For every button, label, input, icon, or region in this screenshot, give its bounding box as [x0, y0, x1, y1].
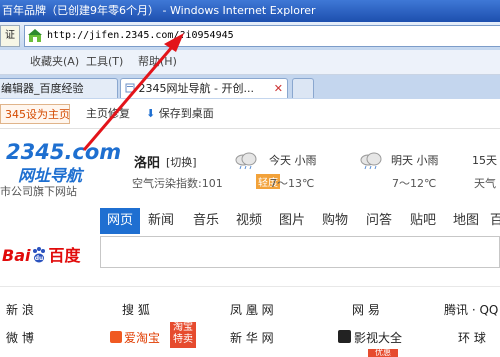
air-quality-label: 空气污染指数:101	[132, 177, 223, 190]
search-tab-map[interactable]: 地图	[453, 208, 479, 234]
rain-cloud-icon	[235, 152, 257, 170]
divider	[0, 286, 500, 287]
weather-15day-label[interactable]: 天气	[474, 175, 496, 191]
baidu-logo: Bai du 百度	[2, 246, 81, 265]
security-report-button[interactable]: 证	[0, 25, 20, 47]
weather-today-title: 今天 小雨	[269, 154, 317, 167]
link-aitaobao[interactable]: 爱淘宝	[124, 329, 160, 346]
video-app-icon	[338, 330, 351, 343]
download-arrow-icon: ⬇	[146, 107, 156, 120]
site-logo[interactable]: 2345.com	[6, 140, 121, 164]
new-tab-button[interactable]	[292, 78, 314, 98]
taobao-icon	[110, 331, 122, 343]
menu-help[interactable]: 帮助(H)	[138, 50, 177, 74]
weather-15day-link[interactable]: 15天	[472, 152, 497, 168]
link-huanqiu[interactable]: 环 球	[458, 329, 486, 346]
search-tab-more[interactable]: 百	[490, 208, 500, 234]
search-tabs: 网页 新闻 音乐 视频 图片 购物 问答 贴吧 地图 百	[0, 208, 500, 234]
weather-city: 洛阳	[134, 156, 161, 171]
rain-cloud-icon	[360, 152, 382, 170]
tab-strip: 编辑器_百度经验 2345网址导航 - 开创... ✕	[0, 75, 500, 99]
svg-text:du: du	[35, 255, 44, 262]
search-tab-news[interactable]: 新闻	[148, 208, 174, 234]
weather-today-temp: 7～13℃	[270, 177, 315, 190]
homepage-repair-link[interactable]: 主页修复	[86, 100, 130, 128]
page-icon	[125, 83, 135, 93]
search-tab-shopping[interactable]: 购物	[322, 208, 348, 234]
address-bar-row: 证 http://jifen.2345.com/?i0954945	[0, 22, 500, 50]
weather-tomorrow-temp: 7～12℃	[392, 177, 437, 190]
search-tab-music[interactable]: 音乐	[193, 208, 219, 234]
taobao-sale-line1: 淘宝	[173, 322, 193, 333]
save-to-desktop-label: 保存到桌面	[158, 107, 214, 120]
address-input[interactable]: http://jifen.2345.com/?i0954945	[24, 25, 500, 47]
search-tab-qa[interactable]: 问答	[366, 208, 392, 234]
baidu-logo-text: 百度	[48, 246, 81, 265]
tab-label: 编辑器_百度经验	[1, 82, 84, 95]
site-tagline: 市公司旗下网站	[0, 185, 77, 198]
menu-tools[interactable]: 工具(T)	[86, 50, 123, 74]
discount-badge: 优惠	[368, 349, 398, 357]
page-toolbar: 345设为主页 主页修复 ⬇ 保存到桌面	[0, 100, 500, 129]
link-163[interactable]: 网 易	[352, 301, 380, 318]
search-tab-video[interactable]: 视频	[236, 208, 262, 234]
address-url-text: http://jifen.2345.com/?i0954945	[47, 30, 234, 41]
menu-favorites[interactable]: 收藏夹(A)	[30, 50, 79, 74]
search-tab-tieba[interactable]: 贴吧	[410, 208, 436, 234]
paw-icon: du	[33, 247, 46, 263]
window-title-bar: 百年品牌（已创建9年零6个月） - Windows Internet Explo…	[0, 0, 500, 22]
weather-tomorrow-title: 明天 小雨	[391, 154, 439, 167]
menu-bar: 收藏夹(A) 工具(T) 帮助(H)	[0, 50, 500, 75]
search-tab-images[interactable]: 图片	[279, 208, 305, 234]
tab-baidu-jingyan[interactable]: 编辑器_百度经验	[0, 78, 118, 98]
save-to-desktop-link[interactable]: ⬇ 保存到桌面	[146, 100, 214, 128]
taobao-sale-line2: 特卖	[173, 334, 193, 345]
link-weibo[interactable]: 微 博	[6, 329, 34, 346]
taobao-sale-badge[interactable]: 淘宝 特卖	[170, 322, 196, 348]
tab-2345-navigation[interactable]: 2345网址导航 - 开创... ✕	[120, 78, 288, 98]
window-title: 百年品牌（已创建9年零6个月） - Windows Internet Explo…	[2, 4, 316, 17]
set-homepage-button[interactable]: 345设为主页	[0, 104, 70, 124]
tab-label: 2345网址导航 - 开创...	[138, 82, 254, 95]
link-sohu[interactable]: 搜 狐	[122, 301, 150, 318]
site-favicon-icon	[28, 29, 42, 42]
link-video-collection[interactable]: 影视大全	[354, 329, 402, 346]
link-qq[interactable]: 腾讯 · QQ	[444, 301, 498, 318]
close-tab-icon[interactable]: ✕	[274, 79, 283, 98]
link-xinhua[interactable]: 新 华 网	[230, 329, 274, 346]
link-sina[interactable]: 新 浪	[6, 301, 34, 318]
link-ifeng[interactable]: 凤 凰 网	[230, 301, 274, 318]
search-input[interactable]	[100, 236, 500, 268]
search-tab-web[interactable]: 网页	[100, 208, 140, 234]
city-switch-link[interactable]: [切换]	[166, 154, 197, 170]
